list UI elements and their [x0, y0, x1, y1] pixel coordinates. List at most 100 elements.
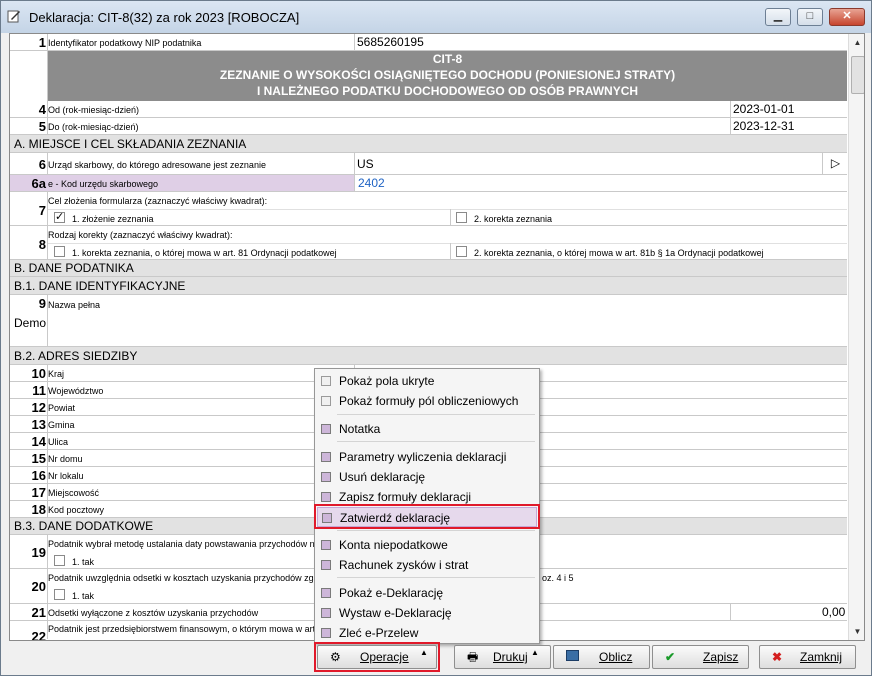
- field-label: Odsetki wyłączone z kosztów uzyskania pr…: [48, 608, 259, 618]
- korekta-option2-checkbox[interactable]: [456, 246, 467, 257]
- nip-value[interactable]: 5685260195: [357, 35, 424, 49]
- interest-value[interactable]: 0,00: [822, 605, 845, 619]
- date-from-value[interactable]: 2023-01-01: [733, 102, 794, 116]
- cel-option2-checkbox[interactable]: [456, 212, 467, 223]
- office-value[interactable]: US: [357, 157, 374, 171]
- minimize-button[interactable]: ▁: [765, 8, 791, 26]
- field-number: 16: [31, 468, 46, 483]
- menu-item-label: Pokaż pola ukryte: [339, 374, 435, 388]
- calculator-icon: [566, 650, 582, 664]
- menu-item-issue-edeclaration[interactable]: Wystaw e-Deklarację: [317, 603, 537, 623]
- field-number: 21: [31, 605, 46, 620]
- field-label: Powiat: [48, 403, 76, 413]
- menu-item-note[interactable]: Notatka: [317, 419, 537, 439]
- menu-item-show-hidden[interactable]: Pokaż pola ukryte: [317, 371, 537, 391]
- field-number: 12: [31, 400, 46, 415]
- field-label: Kraj: [48, 369, 65, 379]
- zapisz-button[interactable]: ✔ Zapisz: [652, 645, 749, 669]
- field-number: 10: [31, 366, 46, 381]
- highlight-operacje: [314, 642, 440, 672]
- name-value[interactable]: Demo: [14, 316, 46, 330]
- menu-item-show-formulas[interactable]: Pokaż formuły pól obliczeniowych: [317, 391, 537, 411]
- menu-item-etransfer[interactable]: Zleć e-Przelew: [317, 623, 537, 643]
- metoda-option-label: 1. tak: [72, 557, 95, 567]
- menu-item-show-edeclaration[interactable]: Pokaż e-Deklarację: [317, 583, 537, 603]
- menu-item-accounts[interactable]: Konta niepodatkowe: [317, 535, 537, 555]
- menu-item-label: Konta niepodatkowe: [339, 538, 448, 552]
- parameters-icon: [321, 452, 331, 462]
- form-title-line1: ZEZNANIE O WYSOKOŚCI OSIĄGNIĘTEGO DOCHOD…: [219, 68, 676, 82]
- scroll-up-icon[interactable]: ▲: [850, 35, 864, 50]
- metoda-checkbox[interactable]: [54, 555, 65, 566]
- office-code-input[interactable]: 2402: [354, 175, 848, 191]
- field-number: 14: [31, 434, 46, 449]
- document-edit-icon: [7, 10, 20, 23]
- field-number: 4: [38, 102, 46, 117]
- menu-item-label: Pokaż formuły pól obliczeniowych: [339, 394, 519, 408]
- oblicz-button[interactable]: Oblicz: [553, 645, 650, 669]
- scroll-down-icon[interactable]: ▼: [850, 624, 864, 639]
- field-number: 18: [31, 502, 46, 517]
- zamknij-button[interactable]: ✖ Zamknij: [759, 645, 856, 669]
- drukuj-button[interactable]: 🖶 Drukuj ▲: [454, 645, 551, 669]
- checkmark-icon: ✔: [665, 650, 676, 664]
- korekta-option2-label: 2. korekta zeznania, o której mowa w art…: [474, 248, 764, 258]
- show-edeclaration-icon: [321, 588, 331, 598]
- maximize-button[interactable]: □: [797, 8, 823, 26]
- row-nip: 1 Identyfikator podatkowy NIP podatnika …: [10, 34, 847, 51]
- select-office-button[interactable]: ▷: [822, 153, 848, 174]
- close-window-button[interactable]: ✕: [829, 8, 865, 26]
- vertical-scrollbar[interactable]: ▲ ▼: [848, 34, 864, 640]
- section-a-title: A. MIEJSCE I CEL SKŁADANIA ZEZNANIA: [10, 135, 847, 153]
- save-formulas-icon: [321, 492, 331, 502]
- row-kod-urzedu: 6a e - Kod urzędu skarbowego 2402: [10, 175, 848, 192]
- row-do: 5 Do (rok-miesiąc-dzień) 2023-12-31: [10, 118, 847, 135]
- option-icon: [321, 376, 331, 386]
- zamknij-label: Zamknij: [800, 650, 843, 664]
- field-label: Od (rok-miesiąc-dzień): [48, 105, 140, 115]
- section-b2-title: B.2. ADRES SIEDZIBY: [10, 347, 847, 365]
- close-icon: ✕: [842, 10, 852, 22]
- field-label: Ulica: [48, 437, 69, 447]
- field-label-tail: oz. 4 i 5: [542, 573, 574, 583]
- field-label: e - Kod urzędu skarbowego: [48, 179, 159, 189]
- drukuj-label: Drukuj: [493, 650, 528, 664]
- field-label: Podatnik jest przedsiębiorstwem finansow…: [48, 624, 316, 634]
- field-label: Nazwa pełna: [48, 300, 101, 310]
- title-bar[interactable]: Deklaracja: CIT-8(32) za rok 2023 [ROBOC…: [1, 1, 871, 33]
- form-header: CIT-8 ZEZNANIE O WYSOKOŚCI OSIĄGNIĘTEGO …: [48, 51, 847, 101]
- field-number: 19: [31, 545, 46, 560]
- date-to-value[interactable]: 2023-12-31: [733, 119, 794, 133]
- cel-option1-checkbox[interactable]: ✓: [54, 211, 65, 223]
- menu-item-label: Rachunek zysków i strat: [339, 558, 469, 572]
- korekta-option1-checkbox[interactable]: [54, 246, 65, 257]
- zapisz-label: Zapisz: [703, 650, 739, 664]
- menu-item-parameters[interactable]: Parametry wyliczenia deklaracji: [317, 447, 537, 467]
- dropdown-up-icon: ▲: [531, 648, 539, 657]
- field-label: Kod pocztowy: [48, 505, 105, 515]
- field-label: Podatnik wybrał metodę ustalania daty po…: [48, 539, 320, 549]
- row-rodzaj-korekty: 8 Rodzaj korekty (zaznaczyć właściwy kwa…: [10, 226, 847, 260]
- menu-item-label: Wystaw e-Deklarację: [339, 606, 452, 620]
- form-title-line2: I NALEŻNEGO PODATKU DOCHODOWEGO OD OSÓB …: [256, 84, 639, 98]
- menu-item-income-statement[interactable]: Rachunek zysków i strat: [317, 555, 537, 575]
- odsetki-checkbox[interactable]: [54, 589, 65, 600]
- accounts-icon: [321, 540, 331, 550]
- field-number: 22: [31, 629, 46, 641]
- menu-item-label: Zapisz formuły deklaracji: [339, 490, 472, 504]
- check-icon: ✓: [55, 211, 65, 223]
- field-number: 7: [38, 203, 46, 218]
- cel-option1-label: 1. złożenie zeznania: [72, 214, 154, 224]
- window-title: Deklaracja: CIT-8(32) za rok 2023 [ROBOC…: [29, 10, 300, 25]
- field-number: 17: [31, 485, 46, 500]
- field-number: 5: [38, 119, 46, 134]
- field-number: 8: [38, 237, 46, 252]
- menu-item-label: Usuń deklarację: [339, 470, 426, 484]
- field-label: Identyfikator podatkowy NIP podatnika: [48, 38, 202, 48]
- option-icon: [321, 396, 331, 406]
- menu-item-label: Zleć e-Przelew: [339, 626, 419, 640]
- field-label: Do (rok-miesiąc-dzień): [48, 122, 139, 132]
- menu-item-delete[interactable]: Usuń deklarację: [317, 467, 537, 487]
- income-statement-icon: [321, 560, 331, 570]
- scroll-thumb[interactable]: [851, 56, 864, 94]
